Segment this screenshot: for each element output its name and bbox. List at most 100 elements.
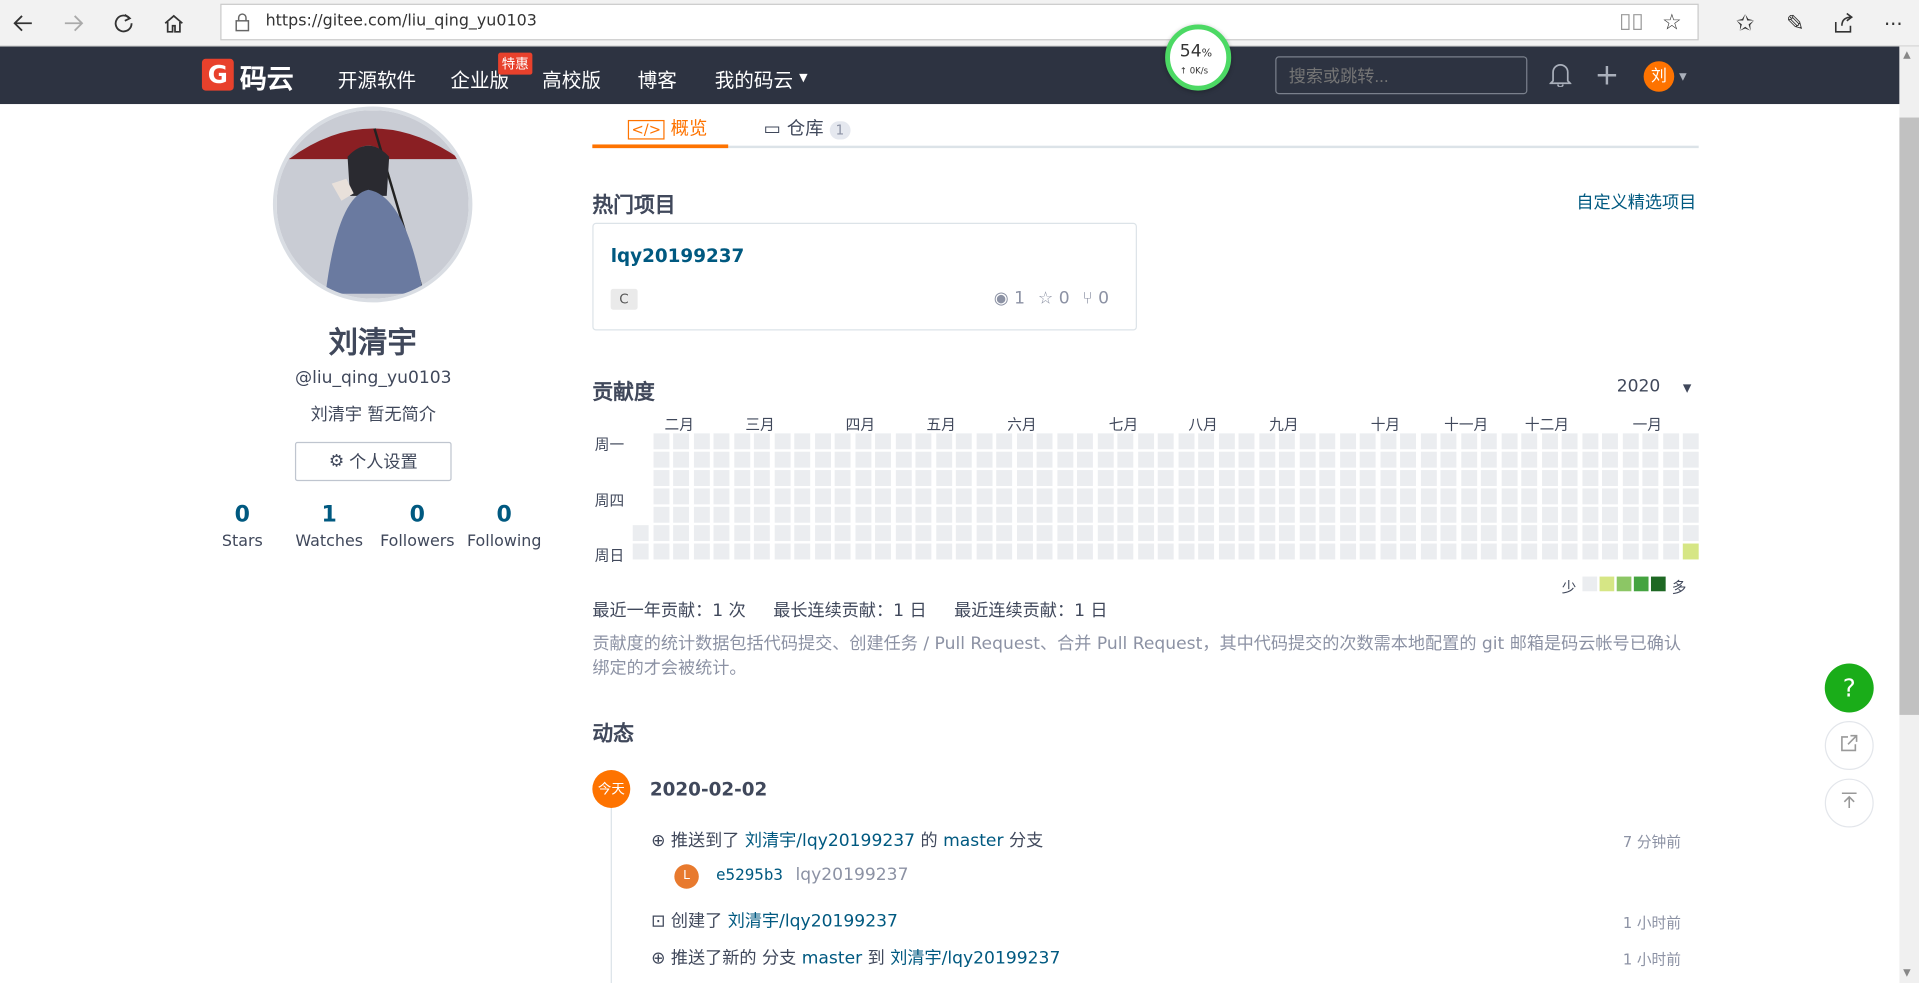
scrollbar-thumb[interactable] [1899, 117, 1919, 715]
heatmap-cell[interactable] [1056, 543, 1073, 560]
heatmap-cell[interactable] [1379, 470, 1396, 486]
heatmap-cell[interactable] [1238, 433, 1255, 450]
heatmap-cell[interactable] [713, 488, 730, 505]
heatmap-cell[interactable] [915, 470, 932, 486]
heatmap-cell[interactable] [1521, 525, 1538, 542]
heatmap-cell[interactable] [1480, 488, 1497, 505]
heatmap-cell[interactable] [854, 506, 871, 523]
heatmap-cell[interactable] [1379, 525, 1396, 542]
heatmap-cell[interactable] [935, 470, 952, 486]
heatmap-cell[interactable] [774, 488, 790, 505]
heatmap-cell[interactable] [1400, 543, 1416, 560]
heatmap-cell[interactable] [955, 525, 972, 542]
heatmap-cell[interactable] [1440, 525, 1457, 542]
heatmap-cell[interactable] [1662, 433, 1679, 450]
heatmap-cell[interactable] [1480, 506, 1497, 523]
heatmap-cell[interactable] [1299, 525, 1316, 542]
heatmap-cell[interactable] [673, 451, 690, 468]
heatmap-cell[interactable] [1541, 525, 1558, 542]
heatmap-cell[interactable] [1339, 470, 1356, 486]
heatmap-cell[interactable] [1400, 451, 1416, 468]
heatmap-cell[interactable] [875, 543, 891, 560]
repo-link[interactable]: 刘清宇/lqy20199237 [890, 949, 1060, 969]
heatmap-cell[interactable] [1278, 488, 1295, 505]
heatmap-cell[interactable] [1319, 506, 1336, 523]
profile-settings-button[interactable]: ⚙ 个人设置 [294, 441, 452, 482]
heatmap-cell[interactable] [632, 543, 649, 560]
heatmap-cell[interactable] [1521, 433, 1538, 450]
heatmap-cell[interactable] [1379, 506, 1396, 523]
heatmap-cell[interactable] [1097, 543, 1114, 560]
heatmap-cell[interactable] [1420, 433, 1437, 450]
heatmap-cell[interactable] [1561, 506, 1578, 523]
heatmap-cell[interactable] [1602, 543, 1618, 560]
heatmap-cell[interactable] [976, 543, 992, 560]
heatmap-cell[interactable] [1016, 488, 1033, 505]
heatmap-cell[interactable] [753, 488, 770, 505]
heatmap-cell[interactable] [834, 506, 851, 523]
heatmap-cell[interactable] [1521, 488, 1538, 505]
heatmap-cell[interactable] [1299, 488, 1316, 505]
heatmap-cell[interactable] [1319, 543, 1336, 560]
heatmap-cell[interactable] [1177, 506, 1194, 523]
heatmap-cell[interactable] [1460, 525, 1477, 542]
heatmap-cell[interactable] [1218, 506, 1235, 523]
heatmap-cell[interactable] [774, 543, 790, 560]
heatmap-cell[interactable] [895, 470, 912, 486]
heatmap-cell[interactable] [955, 488, 972, 505]
heatmap-cell[interactable] [652, 451, 669, 468]
heatmap-cell[interactable] [976, 451, 992, 468]
heatmap-cell[interactable] [895, 451, 912, 468]
heatmap-cell[interactable] [1440, 433, 1457, 450]
heatmap-cell[interactable] [1622, 525, 1639, 542]
heatmap-cell[interactable] [1056, 470, 1073, 486]
heatmap-cell[interactable] [1561, 470, 1578, 486]
heatmap-cell[interactable] [1602, 433, 1618, 450]
heatmap-cell[interactable] [1339, 506, 1356, 523]
heatmap-cell[interactable] [895, 525, 912, 542]
gitee-logo-text[interactable]: 码云 [240, 58, 294, 97]
reading-view-icon[interactable] [1620, 12, 1642, 36]
heatmap-cell[interactable] [1238, 506, 1255, 523]
heatmap-cell[interactable] [1561, 543, 1578, 560]
help-button[interactable]: ? [1824, 663, 1874, 713]
heatmap-cell[interactable] [1258, 506, 1275, 523]
heatmap-cell[interactable] [1602, 470, 1618, 486]
heatmap-cell[interactable] [915, 543, 932, 560]
heatmap-cell[interactable] [1056, 451, 1073, 468]
heatmap-cell[interactable] [673, 543, 690, 560]
heatmap-cell[interactable] [652, 470, 669, 486]
more-menu-icon[interactable]: ··· [1877, 7, 1909, 39]
back-to-top-button[interactable] [1824, 778, 1874, 828]
heatmap-cell[interactable] [895, 488, 912, 505]
heatmap-cell[interactable] [1218, 451, 1235, 468]
heatmap-cell[interactable] [1137, 525, 1154, 542]
heatmap-cell[interactable] [915, 525, 932, 542]
heatmap-cell[interactable] [1460, 506, 1477, 523]
heatmap-cell[interactable] [1117, 470, 1134, 486]
heatmap-cell[interactable] [1339, 451, 1356, 468]
heatmap-cell[interactable] [1117, 433, 1134, 450]
heatmap-cell[interactable] [733, 543, 750, 560]
heatmap-cell[interactable] [1501, 506, 1517, 523]
heatmap-cell[interactable] [652, 525, 669, 542]
heatmap-cell[interactable] [1157, 543, 1174, 560]
heatmap-cell[interactable] [1682, 470, 1699, 486]
heatmap-cell[interactable] [1480, 525, 1497, 542]
heatmap-cell[interactable] [1501, 543, 1517, 560]
heatmap-cell[interactable] [1137, 470, 1154, 486]
heatmap-cell[interactable] [1137, 451, 1154, 468]
customize-featured-link[interactable]: 自定义精选项目 [1576, 190, 1696, 214]
heatmap-cell[interactable] [814, 470, 831, 486]
heatmap-cell[interactable] [1177, 543, 1194, 560]
nav-open-source[interactable]: 开源软件 [338, 64, 416, 93]
heatmap-cell[interactable] [1198, 525, 1215, 542]
home-icon[interactable] [158, 7, 190, 39]
heatmap-cell[interactable] [814, 488, 831, 505]
heatmap-cell[interactable] [935, 506, 952, 523]
heatmap-cell[interactable] [1278, 543, 1295, 560]
heatmap-cell[interactable] [1440, 543, 1457, 560]
heatmap-cell[interactable] [834, 433, 851, 450]
heatmap-cell[interactable] [935, 433, 952, 450]
heatmap-cell[interactable] [1076, 543, 1093, 560]
